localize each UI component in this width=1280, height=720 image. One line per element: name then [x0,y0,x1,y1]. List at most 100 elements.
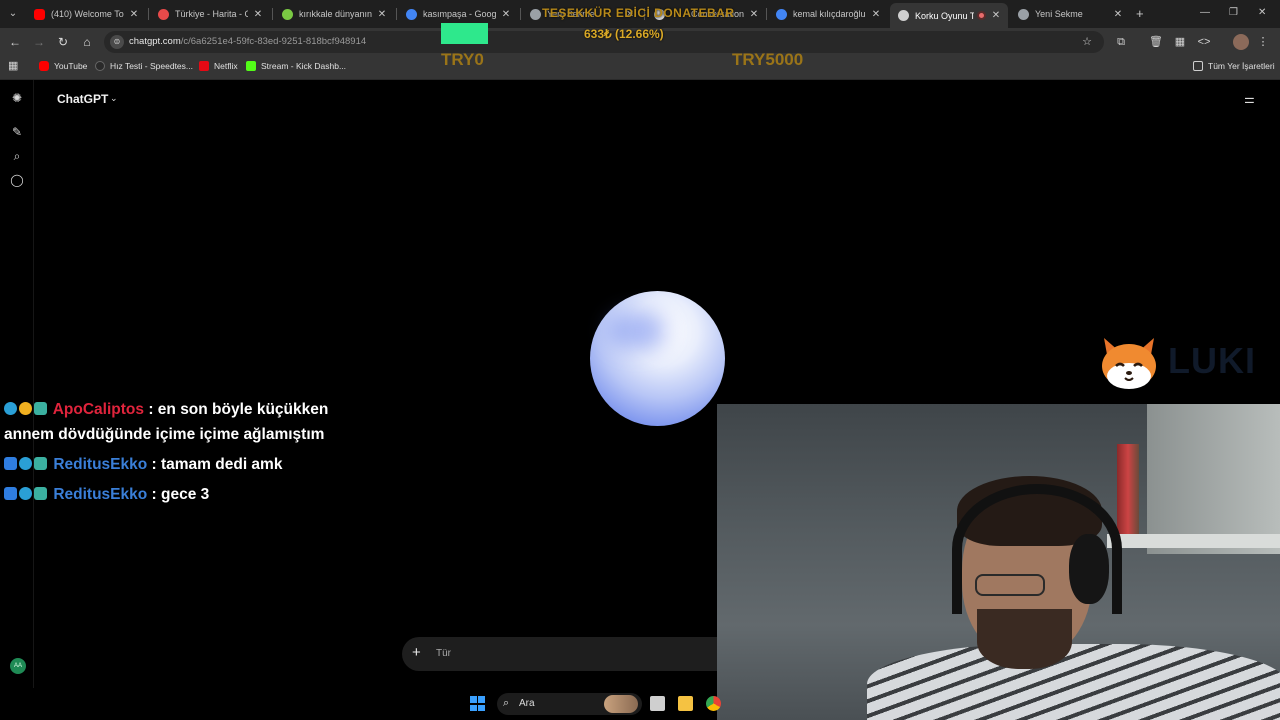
delete-icon[interactable]: 🗑 [1148,34,1164,50]
prime-badge-icon [19,457,32,470]
tab-youtube[interactable]: (410) Welcome To Th ✕ [26,4,146,24]
brand-wordmark: LUKI [1168,340,1256,381]
chat-message: ReditusEkko : gece 3 [4,482,364,507]
bookmark-speedtest[interactable]: Hız Testi - Speedtes... [95,61,193,71]
donation-max-label: TRY5000 [732,50,804,69]
chrome-icon[interactable] [706,696,721,711]
tab-search-chevron-icon[interactable]: ⌄ [6,7,20,21]
grid-icon[interactable]: ▦ [1172,34,1188,50]
donation-progress-fill [441,23,488,44]
window-close-icon[interactable]: ✕ [1258,7,1266,18]
leaf-icon [282,8,293,20]
chevron-down-icon[interactable]: ⌄ [110,93,118,104]
tab-label: Türkiye - Harita - Ge [175,9,248,19]
bookmark-youtube[interactable]: YouTube [39,61,87,71]
stream-chat: ApoCaliptos : en son böyle küçükken anne… [4,397,364,512]
chat-username: ReditusEkko [53,486,148,503]
speedtest-icon [95,61,105,71]
user-avatar[interactable]: AA [10,658,26,674]
new-chat-icon[interactable]: ✎ [10,125,24,139]
devtools-code-icon[interactable]: <> [1196,34,1212,50]
youtube-icon [39,61,49,71]
prime-badge-icon [19,487,32,500]
reload-icon[interactable]: ↻ [55,34,71,50]
close-icon[interactable]: ✕ [128,9,140,20]
bookmark-netflix[interactable]: Netflix [199,61,238,71]
chat-text: gece 3 [160,486,210,503]
kick-icon [246,61,256,71]
chrome-icon [530,8,541,20]
sliders-icon[interactable]: ⚌ [1244,92,1255,106]
moderator-badge-icon [4,487,17,500]
moderator-badge-icon [4,457,17,470]
chrome-icon [1018,8,1029,20]
url-domain: chatgpt.com [129,36,181,47]
home-icon[interactable]: ⌂ [79,34,95,50]
bookmark-kick[interactable]: Stream - Kick Dashb... [246,61,346,71]
donation-min-label: TRY0 [441,50,484,69]
all-bookmarks[interactable]: Tüm Yer İşaretleri [1193,61,1275,71]
apps-grid-icon[interactable]: ▦ [8,61,19,72]
bookmark-label: Stream - Kick Dashb... [261,61,347,71]
openai-logo-icon[interactable]: ✺ [10,91,24,105]
bookmark-label: YouTube [54,61,88,71]
tab-new-2[interactable]: Yeni Sekme ✕ [1010,4,1130,24]
composer[interactable]: + Tür [402,637,722,671]
folder-icon [1193,61,1203,71]
close-icon[interactable]: ✕ [376,9,388,20]
search-icon[interactable]: ⌕ [10,149,24,163]
chat-text: tamam dedi amk [160,456,283,473]
file-explorer-icon[interactable] [678,696,693,711]
tab-korku-oyunu[interactable]: Korku Oyunu Tah ✕ [890,3,1008,28]
task-view-icon[interactable] [650,696,665,711]
webcam-feed [717,404,1280,720]
close-icon[interactable]: ✕ [870,9,882,20]
chat-message: ApoCaliptos : en son böyle küçükken anne… [4,401,329,443]
tab-label: Korku Oyunu Tah [915,10,974,21]
tab-label: kasımpaşa - Google' [423,9,496,19]
close-icon[interactable]: ✕ [748,9,760,20]
fox-logo-icon [1102,338,1156,389]
taskbar-search[interactable]: ⌕ Ara [497,693,642,715]
google-icon [406,8,417,20]
bookmark-label: Tüm Yer İşaretleri [1208,61,1275,71]
google-icon [776,8,787,20]
composer-placeholder[interactable]: Tür [436,648,451,659]
site-info-icon[interactable]: ⊜ [110,35,124,49]
prime-badge-icon [4,402,17,415]
bookmarks-bar: ▦ YouTube Hız Testi - Speedtes... Netfli… [0,56,1280,80]
close-icon[interactable]: ✕ [1112,9,1124,20]
url-path: /c/6a6251e4-59fc-83ed-9251-818bcf948914 [180,36,367,47]
close-icon[interactable]: ✕ [990,10,1002,21]
tab-kasimpasa[interactable]: kasımpaşa - Google' ✕ [398,4,518,24]
forward-arrow-icon[interactable]: → [31,34,47,50]
tab-label: kırıkkale dünyanın en [299,9,372,19]
menu-dots-icon[interactable]: ⋮ [1255,34,1271,50]
model-selector[interactable]: ChatGPT [57,92,108,106]
tab-kemal[interactable]: kemal kılıçdaroğlu dı ✕ [768,4,888,24]
extensions-icon[interactable]: ⧉ [1113,34,1129,50]
url-text[interactable]: chatgpt.com/c/6a6251e4-59fc-83ed-9251-81… [129,36,366,47]
tab-maps[interactable]: Türkiye - Harita - Ge ✕ [150,4,270,24]
tab-label: kemal kılıçdaroğlu dı [793,9,866,19]
chat-message: ReditusEkko : tamam dedi amk [4,452,364,477]
search-icon: ⌕ [503,697,510,709]
donation-amount: 633₺ (12.66%) [584,27,664,41]
profile-avatar[interactable] [1233,34,1249,50]
windows-start-icon[interactable] [470,696,485,711]
bookmark-star-icon[interactable]: ☆ [1079,34,1095,50]
chat-bubble-icon[interactable]: ◯ [10,173,24,187]
new-tab-plus-icon[interactable]: + [1136,6,1144,21]
tab-kirikkale[interactable]: kırıkkale dünyanın en ✕ [274,4,394,24]
close-icon[interactable]: ✕ [252,9,264,20]
sidebar-rail: ✺ ✎ ⌕ ◯ AA [0,80,34,688]
donation-title: TEŞEKKÜR EDİCİ DONATEBAR [542,6,735,20]
bookmark-label: Netflix [214,61,238,71]
minimize-icon[interactable]: — [1200,7,1210,18]
subscriber-badge-icon [34,402,47,415]
search-highlight-image [604,695,638,713]
restore-icon[interactable]: ❐ [1229,7,1238,18]
back-arrow-icon[interactable]: ← [7,34,23,50]
close-icon[interactable]: ✕ [500,9,512,20]
plus-icon[interactable]: + [412,645,421,661]
